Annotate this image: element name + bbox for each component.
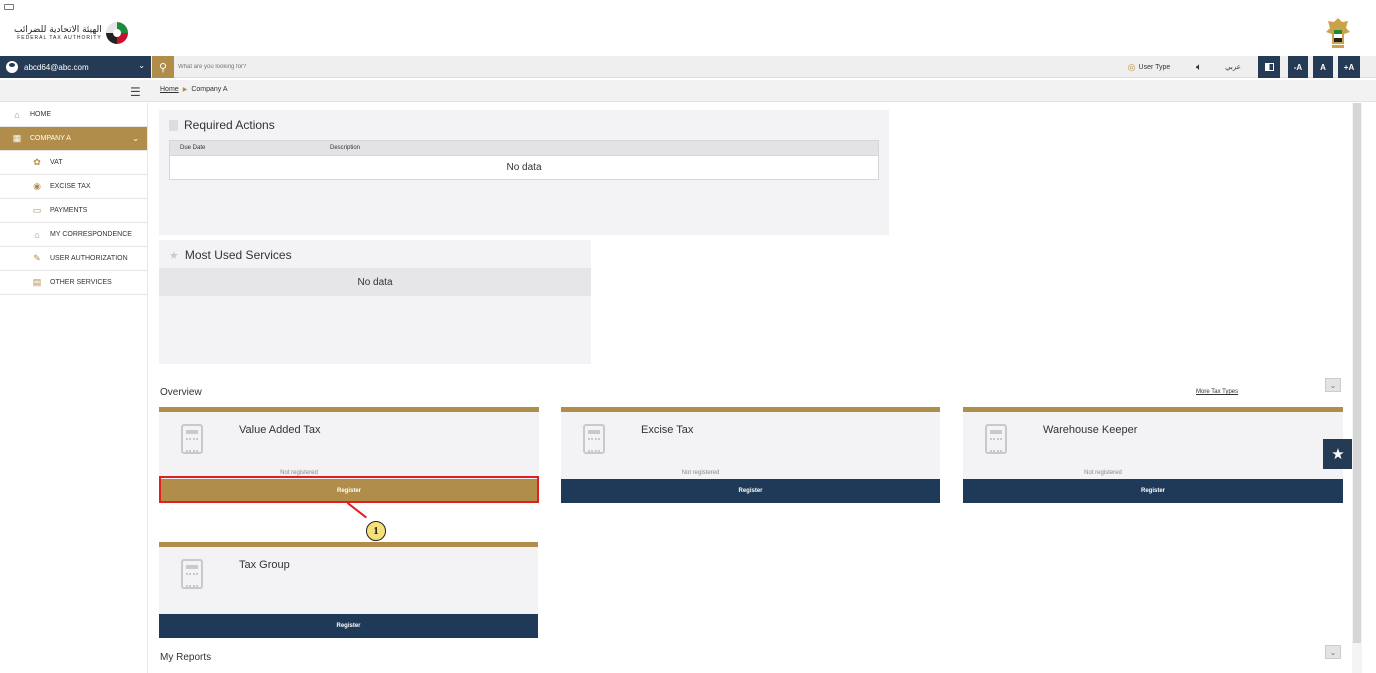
warehouse-icon bbox=[985, 424, 1007, 454]
sidebar-item-label: USER AUTHORIZATION bbox=[50, 255, 128, 262]
user-email: abcd64@abc.com bbox=[24, 62, 89, 72]
speaker-icon[interactable]: 🔈︎ bbox=[1186, 56, 1212, 78]
overview-title: Overview bbox=[160, 387, 202, 398]
breadcrumb-arrow-icon: ▶ bbox=[182, 87, 188, 93]
warehouse-keeper-card: Warehouse Keeper Not registered Register bbox=[963, 407, 1343, 503]
card-title: Excise Tax bbox=[641, 424, 694, 436]
column-due-date[interactable]: Due Date bbox=[180, 145, 205, 151]
required-actions-table-header: Due Date Description bbox=[169, 140, 879, 156]
card-title: Tax Group bbox=[239, 559, 290, 571]
window-icon bbox=[4, 4, 14, 10]
sidebar-item-label: EXCISE TAX bbox=[50, 183, 91, 190]
contrast-toggle[interactable] bbox=[1258, 56, 1280, 78]
breadcrumb-bar: ☰ Home ▶ Company A bbox=[0, 80, 1376, 102]
excise-register-button[interactable]: Register bbox=[561, 479, 940, 503]
excise-icon: ◉ bbox=[33, 181, 41, 191]
highlight-box bbox=[159, 476, 539, 503]
other-services-icon: ▤ bbox=[32, 277, 42, 287]
card-status: Not registered bbox=[681, 470, 720, 476]
tax-group-register-button[interactable]: Register bbox=[159, 614, 538, 638]
language-toggle[interactable]: عربي bbox=[1220, 56, 1246, 78]
breadcrumb-current: Company A bbox=[191, 86, 228, 93]
sidebar-item-label: PAYMENTS bbox=[50, 207, 88, 214]
sidebar-item-label: VAT bbox=[50, 159, 63, 166]
sidebar-item-label: HOME bbox=[30, 111, 51, 118]
chevron-down-icon[interactable]: ⌄ bbox=[1325, 378, 1341, 392]
star-icon: ★ bbox=[169, 249, 179, 262]
vat-icon: ✿ bbox=[33, 157, 41, 167]
document-icon bbox=[169, 119, 178, 131]
top-toolbar: abcd64@abc.com ⌄ ⚲ ◎ User Type 🔈︎ عربي -… bbox=[0, 56, 1376, 78]
uae-emblem-icon bbox=[1326, 18, 1350, 48]
hamburger-menu-icon[interactable]: ☰ bbox=[130, 85, 141, 99]
sidebar-item-my-correspondence[interactable]: ⌂ MY CORRESPONDENCE bbox=[0, 223, 147, 247]
font-normal-button[interactable]: A bbox=[1313, 56, 1333, 78]
sidebar-item-label: MY CORRESPONDENCE bbox=[50, 231, 132, 238]
excise-calculator-icon bbox=[583, 424, 605, 454]
search-input[interactable] bbox=[178, 59, 778, 75]
breadcrumb-home[interactable]: Home bbox=[160, 86, 179, 93]
payments-icon: ▭ bbox=[32, 205, 42, 215]
user-menu-button[interactable]: abcd64@abc.com ⌄ bbox=[0, 56, 151, 78]
sidebar-item-home[interactable]: ⌂ HOME bbox=[0, 103, 147, 127]
scrollbar-thumb[interactable] bbox=[1353, 103, 1361, 643]
fta-logo-icon bbox=[105, 22, 128, 44]
logo-arabic: الهيئة الاتحادية للضرائب bbox=[14, 25, 102, 35]
most-used-heading: Most Used Services bbox=[184, 248, 292, 262]
my-reports-title: My Reports bbox=[160, 652, 212, 663]
grid-icon: ▦ bbox=[12, 133, 22, 143]
logo-text: الهيئة الاتحادية للضرائب FEDERAL TAX AUT… bbox=[14, 25, 102, 41]
favorites-star-icon[interactable]: ★ bbox=[1323, 439, 1353, 469]
excise-tax-card: Excise Tax Not registered Register bbox=[561, 407, 940, 503]
user-avatar-icon bbox=[6, 61, 18, 73]
sidebar-item-label: OTHER SERVICES bbox=[50, 279, 112, 286]
callout-badge: 1 bbox=[366, 521, 386, 541]
user-auth-icon: ✎ bbox=[33, 253, 41, 263]
most-used-services-title: ★ Most Used Services bbox=[169, 248, 292, 262]
user-type-icon: ◎ bbox=[1127, 61, 1136, 72]
warehouse-register-button[interactable]: Register bbox=[963, 479, 1343, 503]
required-actions-empty: No data bbox=[169, 156, 879, 180]
sidebar-item-payments[interactable]: ▭ PAYMENTS bbox=[0, 199, 147, 223]
logo-english: FEDERAL TAX AUTHORITY bbox=[17, 35, 102, 41]
chevron-down-icon: ⌄ bbox=[138, 61, 145, 70]
card-title: Warehouse Keeper bbox=[1043, 424, 1138, 436]
sidebar-item-company-a[interactable]: ▦ COMPANY A ⌄ bbox=[0, 127, 147, 151]
required-actions-heading: Required Actions bbox=[184, 118, 275, 132]
user-type-button[interactable]: ◎ User Type bbox=[1118, 56, 1180, 78]
calculator-icon bbox=[181, 424, 203, 454]
chevron-down-icon[interactable]: ⌄ bbox=[1325, 645, 1341, 659]
app-header: الهيئة الاتحادية للضرائب FEDERAL TAX AUT… bbox=[0, 0, 1376, 54]
calculator-icon bbox=[181, 559, 203, 589]
column-description[interactable]: Description bbox=[330, 145, 360, 151]
chevron-down-icon: ⌄ bbox=[132, 134, 139, 143]
font-increase-button[interactable]: +A bbox=[1338, 56, 1360, 78]
page-scrollbar[interactable] bbox=[1352, 103, 1362, 673]
correspondence-icon: ⌂ bbox=[34, 229, 40, 240]
most-used-empty: No data bbox=[159, 268, 591, 296]
sidebar-item-vat[interactable]: ✿ VAT bbox=[0, 151, 147, 175]
contrast-icon bbox=[1264, 63, 1274, 71]
sidebar: ⌂ HOME ▦ COMPANY A ⌄ ✿ VAT ◉ EXCISE TAX … bbox=[0, 103, 148, 673]
home-icon: ⌂ bbox=[14, 109, 20, 120]
callout-line bbox=[346, 502, 367, 519]
sidebar-item-excise-tax[interactable]: ◉ EXCISE TAX bbox=[0, 175, 147, 199]
tax-group-card: Tax Group Register bbox=[159, 542, 538, 638]
search-icon[interactable]: ⚲ bbox=[152, 56, 174, 78]
fta-logo[interactable]: الهيئة الاتحادية للضرائب FEDERAL TAX AUT… bbox=[14, 22, 128, 44]
most-used-services-panel: ★ Most Used Services No data bbox=[159, 240, 591, 364]
sidebar-item-label: COMPANY A bbox=[30, 135, 71, 142]
font-decrease-button[interactable]: -A bbox=[1288, 56, 1308, 78]
sidebar-item-user-authorization[interactable]: ✎ USER AUTHORIZATION bbox=[0, 247, 147, 271]
breadcrumb: Home ▶ Company A bbox=[160, 86, 228, 93]
required-actions-panel: Required Actions Due Date Description No… bbox=[159, 110, 889, 235]
required-actions-title: Required Actions bbox=[169, 118, 275, 132]
more-tax-types-link[interactable]: More Tax Types bbox=[1196, 389, 1238, 395]
card-status: Not registered bbox=[1084, 470, 1122, 476]
sidebar-item-other-services[interactable]: ▤ OTHER SERVICES bbox=[0, 271, 147, 295]
card-title: Value Added Tax bbox=[239, 424, 321, 436]
user-type-label: User Type bbox=[1138, 63, 1171, 71]
